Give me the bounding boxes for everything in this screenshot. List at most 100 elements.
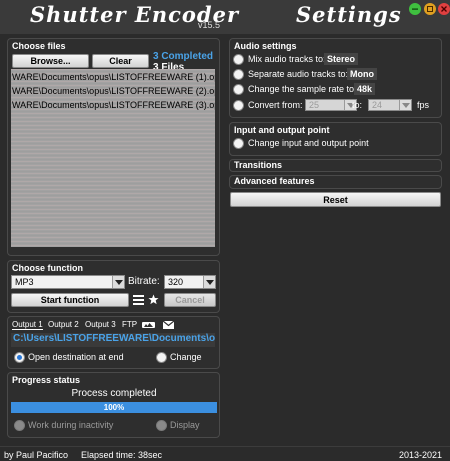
mix-audio-radio[interactable] — [233, 54, 244, 65]
chevron-down-icon — [399, 100, 411, 110]
separate-audio-radio[interactable] — [233, 69, 244, 80]
star-icon[interactable] — [148, 294, 159, 305]
list-stripe — [11, 121, 215, 122]
mail-icon[interactable] — [162, 320, 175, 331]
display-label: Display — [170, 420, 200, 430]
tab-output-1[interactable]: Output 1 — [12, 320, 43, 330]
tab-ftp[interactable]: FTP — [122, 320, 137, 329]
io-point-title: Input and output point — [234, 125, 330, 135]
list-stripe — [11, 233, 215, 234]
open-destination-label: Open destination at end — [28, 352, 124, 362]
list-stripe — [11, 217, 215, 218]
convert-from-select[interactable]: 25 — [305, 99, 357, 111]
list-stripe — [11, 243, 215, 244]
list-stripe — [11, 223, 215, 224]
convert-to-label: to: — [352, 100, 363, 110]
convert-to-select[interactable]: 24 — [368, 99, 412, 111]
list-stripe — [11, 199, 215, 200]
open-destination-radio[interactable] — [14, 352, 25, 363]
list-stripe — [11, 213, 215, 214]
sample-rate-label: Change the sample rate to: — [248, 84, 357, 94]
list-stripe — [11, 115, 215, 116]
list-stripe — [11, 141, 215, 142]
bitrate-select[interactable]: 320 — [164, 275, 216, 289]
menu-icon[interactable] — [133, 295, 144, 305]
convert-from-label: Convert from: — [248, 100, 303, 110]
list-stripe — [11, 201, 215, 202]
list-stripe — [11, 209, 215, 210]
list-stripe — [11, 231, 215, 232]
file-row-2[interactable]: WARE\Documents\opus\LISTOFFREEWARE (2).o… — [12, 86, 215, 96]
progress-status: Process completed — [71, 388, 157, 399]
list-stripe — [11, 143, 215, 144]
maximize-icon[interactable] — [424, 3, 436, 15]
list-stripe — [11, 137, 215, 138]
list-stripe — [11, 207, 215, 208]
list-stripe — [11, 221, 215, 222]
convert-fps-radio[interactable] — [233, 100, 244, 111]
progress-bar: 100% — [11, 402, 217, 413]
footer-years: 2013-2021 — [399, 450, 443, 460]
io-point-radio[interactable] — [233, 138, 244, 149]
mix-audio-label: Mix audio tracks to: — [248, 54, 326, 64]
bitrate-label: Bitrate: — [128, 276, 160, 287]
sample-rate-radio[interactable] — [233, 84, 244, 95]
output-tabs: Output 1 Output 2 Output 3 FTP — [10, 320, 216, 332]
list-stripe — [11, 175, 215, 176]
audio-settings-title: Audio settings — [234, 41, 297, 51]
list-stripe — [11, 229, 215, 230]
list-stripe — [11, 135, 215, 136]
files-list[interactable]: WARE\Documents\opus\LISTOFFREEWARE (1).o… — [11, 69, 215, 247]
output-path-field[interactable]: C:\Users\LISTOFFREEWARE\Documents\opus — [11, 333, 215, 347]
progress-title: Progress status — [12, 375, 81, 385]
display-radio[interactable] — [156, 420, 167, 431]
change-output-radio[interactable] — [156, 352, 167, 363]
list-stripe — [11, 139, 215, 140]
advanced-title[interactable]: Advanced features — [234, 176, 315, 186]
browse-button[interactable]: Browse... — [12, 54, 89, 68]
change-output-label: Change — [170, 352, 202, 362]
list-stripe — [11, 193, 215, 194]
tab-output-2[interactable]: Output 2 — [48, 320, 79, 329]
reset-button[interactable]: Reset — [230, 192, 441, 207]
list-stripe — [11, 183, 215, 184]
tab-output-3[interactable]: Output 3 — [85, 320, 116, 329]
list-stripe — [11, 211, 215, 212]
list-stripe — [11, 245, 215, 246]
choose-files-title: Choose files — [12, 41, 66, 51]
list-stripe — [11, 125, 215, 126]
fps-label: fps — [417, 100, 430, 110]
mix-audio-value[interactable]: Stereo — [324, 53, 359, 65]
footer: by Paul Pacifico Elapsed time: 38sec 201… — [0, 446, 450, 461]
list-stripe — [11, 113, 215, 114]
list-stripe — [11, 181, 215, 182]
transitions-title[interactable]: Transitions — [234, 160, 282, 170]
list-stripe — [11, 123, 215, 124]
close-icon[interactable] — [438, 3, 450, 15]
cancel-button[interactable]: Cancel — [164, 293, 216, 307]
file-row-1[interactable]: WARE\Documents\opus\LISTOFFREEWARE (1).o… — [12, 72, 215, 82]
completed-count: 3 Completed — [153, 51, 214, 62]
list-stripe — [11, 127, 215, 128]
list-stripe — [11, 165, 215, 166]
work-inactivity-radio[interactable] — [14, 420, 25, 431]
list-stripe — [11, 69, 215, 70]
list-stripe — [11, 145, 215, 146]
separate-audio-value[interactable]: Mono — [347, 68, 377, 80]
sample-rate-value[interactable]: 48k — [354, 83, 376, 95]
list-stripe — [11, 219, 215, 220]
start-function-button[interactable]: Start function — [11, 293, 129, 307]
clear-button[interactable]: Clear — [92, 54, 149, 68]
file-row-3[interactable]: WARE\Documents\opus\LISTOFFREEWARE (3).o… — [12, 100, 215, 110]
list-stripe — [11, 167, 215, 168]
list-stripe — [11, 169, 215, 170]
cloud-icon[interactable] — [142, 321, 155, 331]
list-stripe — [11, 117, 215, 118]
minimize-icon[interactable] — [409, 3, 421, 15]
list-stripe — [11, 215, 215, 216]
list-stripe — [11, 131, 215, 132]
list-stripe — [11, 203, 215, 204]
list-stripe — [11, 197, 215, 198]
list-stripe — [11, 133, 215, 134]
function-select[interactable]: MP3 — [11, 275, 125, 289]
